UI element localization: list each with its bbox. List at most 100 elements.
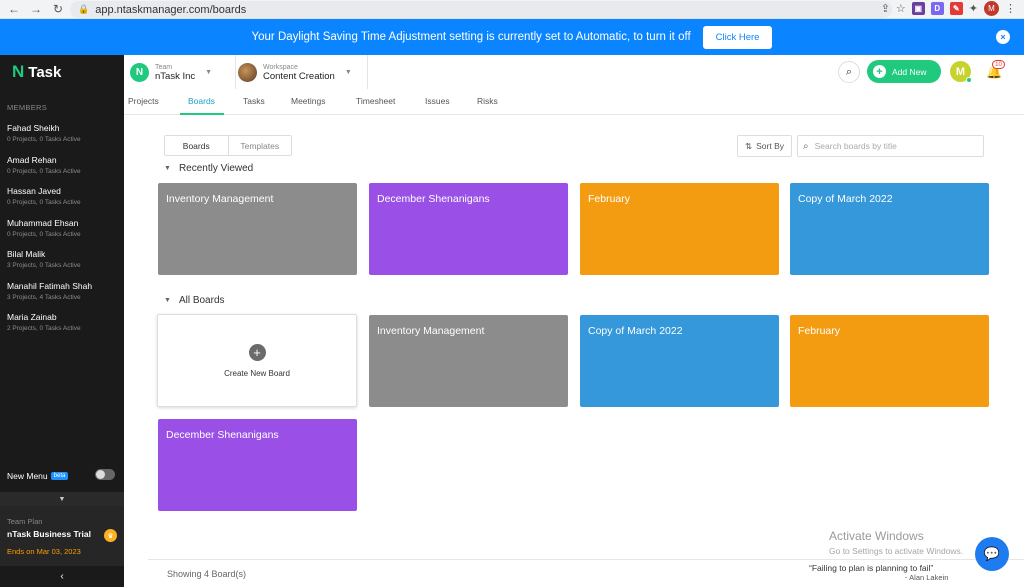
reload-icon[interactable]: ↻ (50, 1, 66, 17)
tab-timesheet[interactable]: Timesheet (356, 96, 395, 106)
workspace-name: Content Creation (263, 70, 335, 82)
sidebar-collapse-chevron-left-icon[interactable]: ‹ (0, 566, 124, 587)
workspace-selector[interactable]: Workspace Content Creation ▼ (238, 59, 352, 86)
member-stats: 0 Projects, 0 Tasks Active (7, 199, 81, 206)
team-caret-down-icon: ▼ (205, 69, 213, 76)
all-boards-header[interactable]: ▼ All Boards (164, 295, 225, 306)
board-card[interactable]: February (790, 315, 989, 407)
board-title: February (588, 193, 631, 205)
members-list: Fahad Sheikh 0 Projects, 0 Tasks Active … (0, 112, 124, 340)
create-new-board-card[interactable]: + Create New Board (157, 314, 357, 407)
board-count-text: Showing 4 Board(s) (167, 569, 247, 579)
workspace-avatar (238, 63, 257, 82)
member-item[interactable]: Maria Zainab 2 Projects, 0 Tasks Active (0, 305, 124, 337)
recently-viewed-header[interactable]: ▼ Recently Viewed (164, 163, 253, 174)
board-card[interactable]: Inventory Management (158, 183, 357, 275)
extension-icon[interactable]: ▣ (911, 2, 925, 15)
add-new-button[interactable]: + Add New (867, 60, 941, 83)
beta-badge: beta (50, 472, 69, 480)
segment-templates[interactable]: Templates (229, 136, 292, 155)
support-chat-icon[interactable]: 💬 (975, 537, 1009, 571)
address-bar[interactable]: 🔒 app.ntaskmanager.com/boards (70, 1, 892, 18)
plan-panel: Team Plan nTask Business Trial Ends on M… (0, 506, 124, 566)
header: N Team nTask Inc ▼ Workspace Content Cre… (124, 55, 1024, 89)
members-heading: MEMBERS (7, 103, 48, 112)
member-stats: 0 Projects, 0 Tasks Active (7, 136, 81, 143)
board-card[interactable]: Inventory Management (369, 315, 568, 407)
new-menu-toggle[interactable] (95, 469, 115, 480)
tab-projects[interactable]: Projects (128, 96, 159, 106)
user-initial: M (955, 65, 966, 78)
segment-boards[interactable]: Boards (165, 136, 229, 155)
member-item[interactable]: Muhammad Ehsan 0 Projects, 0 Tasks Activ… (0, 211, 124, 243)
plan-ends: Ends on Mar 03, 2023 (7, 547, 81, 556)
team-logo-icon: N (130, 63, 149, 82)
member-item[interactable]: Hassan Javed 0 Projects, 0 Tasks Active (0, 179, 124, 211)
board-title: Inventory Management (377, 325, 485, 337)
banner-message: Your Daylight Saving Time Adjustment set… (251, 31, 691, 43)
browser-profile-avatar[interactable]: M (984, 1, 999, 16)
board-card[interactable]: February (580, 183, 779, 275)
sort-icon: ⇅ (745, 140, 753, 151)
footer-quote: “Failing to plan is planning to fail” (809, 563, 934, 573)
board-search-input[interactable] (814, 141, 975, 151)
sidebar: N Task MEMBERS Fahad Sheikh 0 Projects, … (0, 55, 124, 587)
windows-activation-subtext: Go to Settings to activate Windows. (829, 546, 964, 556)
collapse-caret-down-icon: ▼ (164, 297, 171, 304)
board-title: February (798, 325, 841, 337)
member-stats: 3 Projects, 0 Tasks Active (7, 262, 81, 269)
online-status-dot (966, 77, 972, 83)
member-stats: 0 Projects, 0 Tasks Active (7, 230, 81, 238)
share-icon[interactable]: ⇪ (881, 2, 890, 15)
member-item[interactable]: Manahil Fatimah Shah 3 Projects, 4 Tasks… (0, 274, 124, 306)
member-item[interactable]: Fahad Sheikh 0 Projects, 0 Tasks Active (0, 116, 124, 148)
board-card[interactable]: December Shenanigans (158, 419, 357, 511)
tab-boards[interactable]: Boards (188, 96, 215, 106)
breadcrumb-divider (222, 55, 236, 89)
board-search-box: ⌕ (797, 135, 984, 157)
board-card[interactable]: Copy of March 2022 (580, 315, 779, 407)
member-name: Manahil Fatimah Shah (7, 280, 93, 291)
sort-by-button[interactable]: ⇅ Sort By (737, 135, 792, 157)
bookmark-star-icon[interactable]: ☆ (896, 2, 906, 15)
lock-icon: 🔒 (78, 4, 90, 14)
global-search-icon[interactable]: ⌕ (838, 61, 860, 83)
browser-toolbar: ← → ↻ 🔒 app.ntaskmanager.com/boards ⇪ ☆ … (0, 0, 1024, 19)
breadcrumb-divider (354, 55, 368, 89)
member-name: Bilal Malik (7, 249, 46, 259)
create-new-board-label: Create New Board (224, 368, 290, 378)
quote-author: - Alan Lakein (905, 573, 949, 582)
browser-menu-icon[interactable]: ⋮ (1005, 2, 1016, 15)
extension-d-icon[interactable]: D (930, 2, 944, 15)
recently-viewed-title: Recently Viewed (178, 163, 254, 174)
upgrade-crown-icon[interactable]: ♛ (104, 529, 117, 542)
board-card[interactable]: Copy of March 2022 (790, 183, 989, 275)
forward-arrow-icon[interactable]: → (28, 1, 44, 17)
ntask-logo-mark-icon: N (12, 62, 25, 81)
tab-tasks[interactable]: Tasks (243, 96, 265, 106)
search-icon: ⌕ (803, 140, 809, 152)
logo-text: Task (28, 63, 62, 81)
board-title: December Shenanigans (377, 193, 490, 205)
banner-close-icon[interactable]: × (996, 30, 1010, 44)
tab-meetings[interactable]: Meetings (291, 96, 326, 106)
tab-risks[interactable]: Risks (477, 96, 498, 106)
board-title: Inventory Management (166, 193, 274, 205)
member-name: Maria Zainab (7, 312, 57, 322)
user-avatar[interactable]: M (950, 61, 972, 83)
team-selector[interactable]: N Team nTask Inc ▼ (130, 59, 212, 86)
extension-pen-icon[interactable]: ✎ (949, 2, 963, 15)
workspace-label: Workspace (263, 63, 298, 71)
ntask-logo[interactable]: N Task (0, 55, 124, 89)
back-arrow-icon[interactable]: ← (6, 1, 22, 17)
board-card[interactable]: December Shenanigans (369, 183, 568, 275)
extensions-puzzle-icon[interactable]: ✦ (969, 2, 978, 15)
member-item[interactable]: Amad Rehan 0 Projects, 0 Tasks Active (0, 148, 124, 180)
member-item[interactable]: Bilal Malik 3 Projects, 0 Tasks Active (0, 242, 124, 274)
click-here-button[interactable]: Click Here (702, 25, 773, 49)
active-tab-indicator (180, 113, 224, 115)
member-name: Amad Rehan (7, 154, 57, 165)
sidebar-expand-chevron-down-icon[interactable]: ▼ (0, 492, 124, 506)
tab-issues[interactable]: Issues (425, 96, 450, 106)
all-boards-title: All Boards (178, 295, 225, 306)
